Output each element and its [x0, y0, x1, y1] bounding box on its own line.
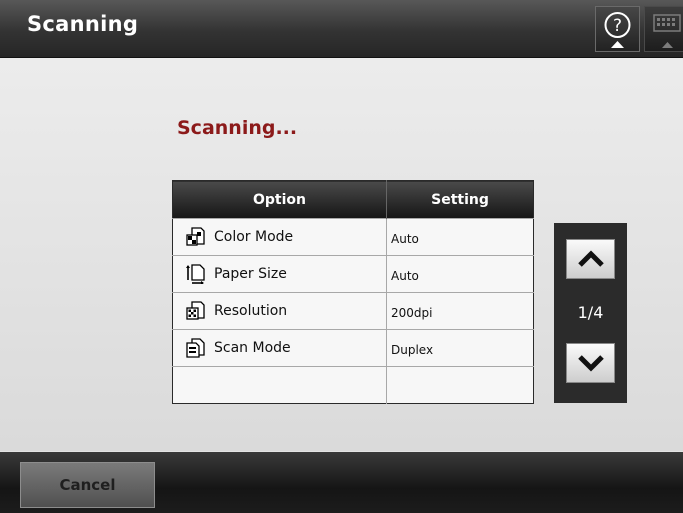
option-paper-size: Paper Size — [173, 264, 386, 284]
option-resolution: Resolution — [173, 301, 386, 321]
option-cell: Color Mode — [172, 218, 387, 256]
title-bar: Scanning ? — [0, 0, 683, 58]
help-icon: ? — [604, 12, 631, 48]
option-label: Paper Size — [214, 266, 287, 282]
option-label: Scan Mode — [214, 340, 291, 356]
page-navigator: 1/4 — [554, 223, 627, 403]
table-row: Resolution 200dpi — [172, 292, 534, 330]
table-row: Scan Mode Duplex — [172, 329, 534, 367]
setting-cell: Auto — [386, 255, 534, 293]
option-cell — [172, 366, 387, 404]
cancel-button[interactable]: Cancel — [20, 462, 155, 508]
option-cell: Resolution — [172, 292, 387, 330]
setting-cell — [386, 366, 534, 404]
options-table: Option Setting Color Mode Auto Paper Siz… — [172, 180, 534, 404]
setting-cell: Auto — [386, 218, 534, 256]
resolution-icon — [186, 301, 205, 320]
page-indicator: 1/4 — [577, 303, 604, 322]
setting-value: Duplex — [391, 342, 434, 357]
page-down-button[interactable] — [566, 343, 615, 383]
footer-bar: Cancel — [0, 452, 683, 513]
option-label: Color Mode — [214, 229, 294, 245]
option-label: Resolution — [214, 303, 288, 319]
option-cell: Scan Mode — [172, 329, 387, 367]
color-mode-icon — [186, 227, 205, 246]
setting-cell: Duplex — [386, 329, 534, 367]
setting-value — [387, 380, 391, 394]
table-row: Color Mode Auto — [172, 218, 534, 256]
setting-value: 200dpi — [391, 305, 433, 320]
option-scan-mode: Scan Mode — [173, 338, 386, 358]
setting-cell: 200dpi — [386, 292, 534, 330]
column-header-option: Option — [172, 180, 387, 219]
table-row — [172, 366, 534, 404]
paper-size-icon — [186, 264, 205, 284]
setting-value: Auto — [391, 268, 419, 283]
app-title: Scanning — [27, 12, 139, 36]
setting-value: Auto — [391, 231, 419, 246]
option-label — [173, 380, 177, 394]
table-header-row: Option Setting — [172, 180, 534, 219]
table-row: Paper Size Auto — [172, 255, 534, 293]
help-button[interactable]: ? — [595, 6, 640, 52]
status-text: Scanning... — [177, 117, 298, 139]
svg-text:?: ? — [613, 16, 622, 36]
keyboard-icon — [653, 14, 681, 48]
column-header-setting: Setting — [386, 180, 534, 219]
chevron-down-icon — [577, 355, 604, 372]
chevron-up-icon — [577, 250, 604, 267]
keyboard-button[interactable] — [644, 6, 683, 52]
option-cell: Paper Size — [172, 255, 387, 293]
scan-mode-icon — [186, 338, 205, 358]
option-color-mode: Color Mode — [173, 227, 386, 247]
page-up-button[interactable] — [566, 239, 615, 279]
